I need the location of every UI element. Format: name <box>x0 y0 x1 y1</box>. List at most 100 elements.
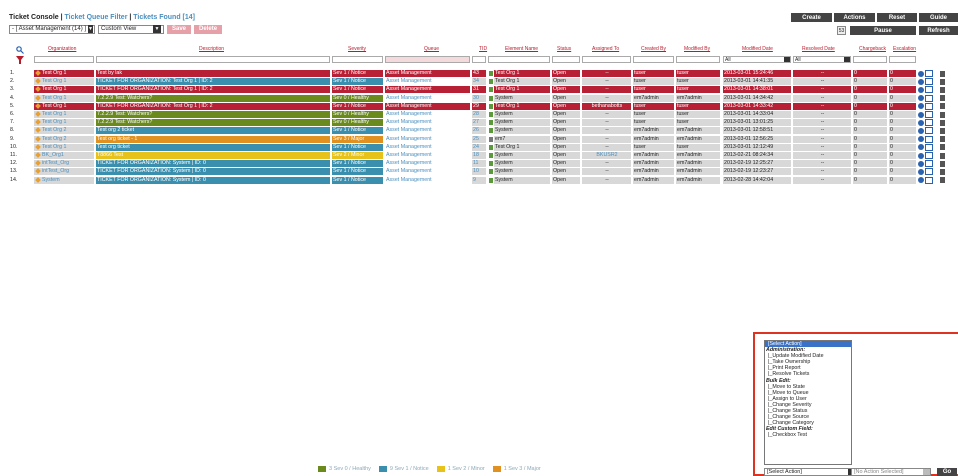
table-row[interactable]: 3. Test Org 1 TICKET FOR ORGANIZATION: Tes… <box>0 86 958 94</box>
edit-icon[interactable] <box>925 78 933 86</box>
table-row[interactable]: 5. Test Org 1 TICKET FOR ORGANIZATION: Tes… <box>0 102 958 111</box>
description-cell[interactable]: TICKET FOR ORGANIZATION: System | ID: 0 <box>96 160 330 168</box>
info-icon[interactable] <box>918 78 924 85</box>
filter-severity[interactable] <box>332 56 383 63</box>
print-icon[interactable] <box>940 70 945 77</box>
filter-created[interactable] <box>633 56 674 63</box>
tid-cell[interactable]: 27 <box>472 119 486 127</box>
filter-chargeback[interactable] <box>853 56 887 63</box>
organization-cell[interactable]: Test Org 2 <box>34 127 94 135</box>
edit-icon[interactable] <box>925 176 933 184</box>
action-option-dropdown[interactable]: [No Action Selected] <box>851 468 931 476</box>
queue-cell[interactable]: Asset Management <box>385 119 470 127</box>
select-action-dropdown[interactable]: [Select Action] <box>764 468 856 476</box>
search-icon[interactable] <box>16 46 24 54</box>
element-cell[interactable]: System <box>494 152 550 159</box>
edit-icon[interactable] <box>925 143 933 151</box>
element-cell[interactable]: Test Org 1 <box>494 102 550 110</box>
print-icon[interactable] <box>940 177 945 184</box>
queue-cell[interactable]: Asset Management <box>385 94 470 102</box>
queue-cell[interactable]: Asset Management <box>385 127 470 135</box>
tid-cell[interactable]: 28 <box>472 111 486 118</box>
edit-icon[interactable] <box>925 94 933 102</box>
table-row[interactable]: 11. BK_Org1 T8866 Test Sev 2 / Minor Asset M… <box>0 152 958 160</box>
print-icon[interactable] <box>940 119 945 126</box>
col-status[interactable]: Status <box>557 46 571 54</box>
description-cell[interactable]: TICKET FOR ORGANIZATION: Test Org 1 | ID… <box>96 78 330 86</box>
queue-cell[interactable]: Asset Management <box>385 176 470 184</box>
print-icon[interactable] <box>940 103 945 110</box>
organization-cell[interactable]: Test Org 1 <box>34 111 94 118</box>
print-icon[interactable] <box>940 168 945 175</box>
queue-cell[interactable]: Asset Management <box>385 160 470 168</box>
element-cell[interactable]: System <box>494 168 550 176</box>
ticket-queue-filter-link[interactable]: Ticket Queue Filter <box>65 14 128 21</box>
organization-cell[interactable]: Test Org 1 <box>34 86 94 94</box>
info-icon[interactable] <box>918 160 924 167</box>
tid-cell[interactable]: 9 <box>472 176 486 184</box>
col-resolved-date[interactable]: Resolved Date <box>802 46 835 54</box>
tid-cell[interactable]: 31 <box>472 86 486 94</box>
element-cell[interactable]: System <box>494 94 550 102</box>
view-select[interactable]: Custom View ▼ <box>98 24 164 34</box>
tid-cell[interactable]: 30 <box>472 94 486 102</box>
filter-modified-date[interactable]: All <box>723 56 791 63</box>
filter-tid[interactable] <box>472 56 486 63</box>
organization-cell[interactable]: Test Org 1 <box>34 70 94 77</box>
filter-organization[interactable] <box>34 56 94 63</box>
edit-icon[interactable] <box>925 119 933 127</box>
actions-button[interactable]: Actions <box>834 13 875 22</box>
col-element-name[interactable]: Element Name <box>505 46 538 54</box>
queue-cell[interactable]: Asset Management <box>385 86 470 94</box>
print-icon[interactable] <box>940 95 945 102</box>
col-tid[interactable]: TID <box>479 46 487 54</box>
table-row[interactable]: 6. Test Org 1 7.2.2.9 Test: Watchers? Sev 0… <box>0 111 958 119</box>
table-row[interactable]: 1. Test Org 1 Test by lak Sev 1 / Notice Ass… <box>0 70 958 78</box>
reset-button[interactable]: Reset <box>877 13 917 22</box>
col-assigned-to[interactable]: Assigned To <box>592 46 619 54</box>
table-row[interactable]: 9. Test Org 2 Test org ticket - 1 Sev 3 / M… <box>0 135 958 144</box>
filter-escalation[interactable] <box>889 56 916 63</box>
edit-icon[interactable] <box>925 135 933 143</box>
edit-icon[interactable] <box>925 160 933 168</box>
info-icon[interactable] <box>918 168 924 175</box>
print-icon[interactable] <box>940 111 945 118</box>
edit-icon[interactable] <box>925 86 933 94</box>
queue-cell[interactable]: Asset Management <box>385 111 470 118</box>
print-icon[interactable] <box>940 78 945 85</box>
filter-description[interactable] <box>96 56 330 63</box>
queue-cell[interactable]: Asset Management <box>385 102 470 110</box>
edit-icon[interactable] <box>925 70 933 77</box>
tid-cell[interactable]: 34 <box>472 78 486 86</box>
print-icon[interactable] <box>940 152 945 159</box>
refresh-button[interactable]: Refresh <box>919 26 958 35</box>
description-cell[interactable]: 7.2.2.9 Test: Watchers? <box>96 119 330 127</box>
element-cell[interactable]: Test Org 1 <box>494 78 550 86</box>
organization-cell[interactable]: intTest_Org <box>34 160 94 168</box>
print-icon[interactable] <box>940 127 945 134</box>
table-row[interactable]: 10. Test Org 1 Test org ticket Sev 1 / Noti… <box>0 143 958 152</box>
queue-cell[interactable]: Asset Management <box>385 152 470 159</box>
tid-cell[interactable]: 25 <box>472 135 486 143</box>
tid-cell[interactable]: 26 <box>472 127 486 135</box>
description-cell[interactable]: Test org ticket - 1 <box>96 135 330 143</box>
info-icon[interactable] <box>918 136 924 143</box>
organization-cell[interactable]: Test Org 1 <box>34 94 94 102</box>
info-icon[interactable] <box>918 70 924 77</box>
element-cell[interactable]: System <box>494 111 550 118</box>
filter-modified-by[interactable] <box>676 56 720 63</box>
description-cell[interactable]: TICKET FOR ORGANIZATION: System | ID: 0 <box>96 168 330 176</box>
organization-cell[interactable]: Test Org 1 <box>34 143 94 151</box>
description-cell[interactable]: T8866 Test <box>96 152 330 159</box>
action-option[interactable]: |_Checkbox Test <box>765 432 851 438</box>
element-cell[interactable]: Test Org 1 <box>494 143 550 151</box>
print-icon[interactable] <box>940 86 945 93</box>
col-organization[interactable]: Organization <box>48 46 76 54</box>
pause-button[interactable]: Pause <box>850 26 916 35</box>
edit-icon[interactable] <box>925 102 933 110</box>
guide-button[interactable]: Guide <box>919 13 958 22</box>
edit-icon[interactable] <box>925 168 933 176</box>
save-button[interactable]: Save <box>167 24 192 34</box>
print-icon[interactable] <box>940 136 945 143</box>
description-cell[interactable]: Test org 2 ticket <box>96 127 330 135</box>
